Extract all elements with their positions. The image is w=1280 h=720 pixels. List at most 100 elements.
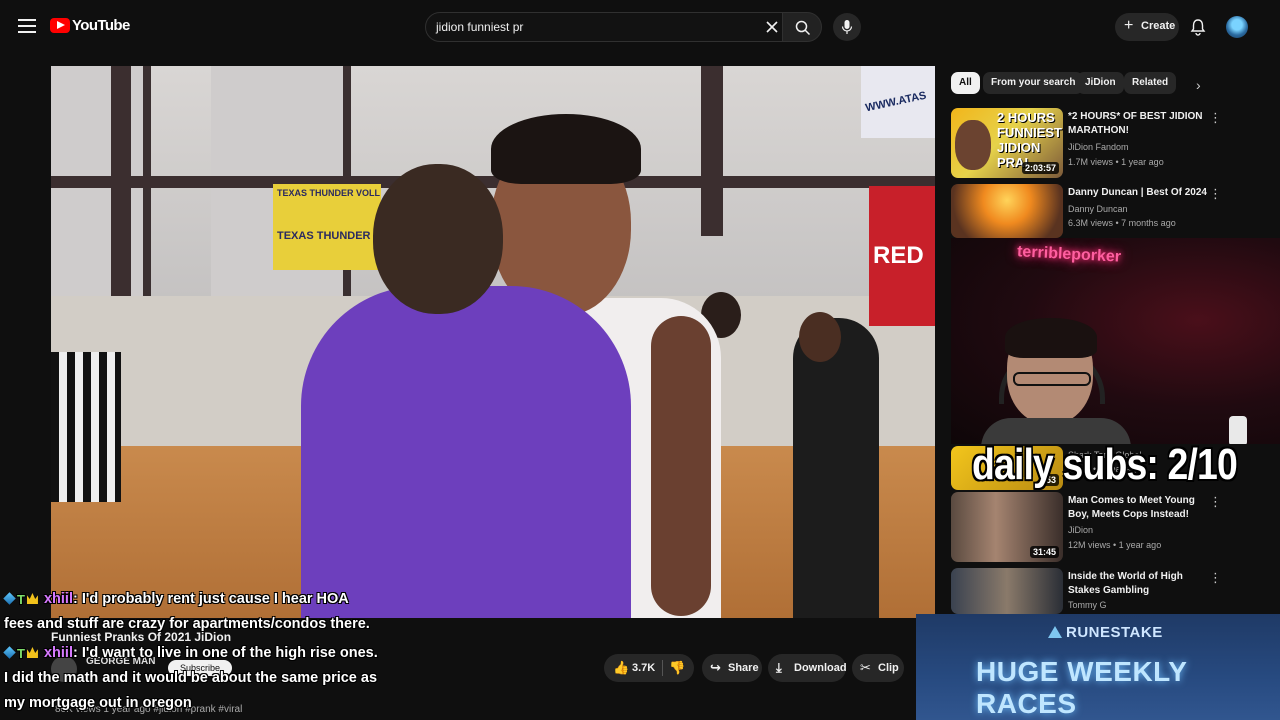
video-meta: 12M views • 1 year ago bbox=[1068, 540, 1162, 550]
create-label: Create bbox=[1141, 20, 1176, 32]
duration-badge: 31:45 bbox=[1029, 546, 1059, 558]
chat-message: T xhiil: I'd probably rent just cause I … bbox=[3, 591, 349, 607]
clip-button[interactable]: ✂ Clip bbox=[852, 654, 904, 682]
t-badge-icon: T bbox=[17, 592, 25, 607]
plus-icon: + bbox=[1124, 17, 1134, 34]
chat-message-continued: my mortgage out in oregon bbox=[4, 695, 192, 711]
thumbs-down-icon[interactable]: 👎 bbox=[669, 654, 685, 682]
coach-head bbox=[373, 164, 503, 314]
download-icon: ⤓ bbox=[776, 660, 782, 675]
thumbnail-face bbox=[955, 120, 991, 170]
chat-message-continued: I did the math and it would be about the… bbox=[4, 670, 378, 686]
banner-red: RED bbox=[869, 186, 935, 326]
channel-name[interactable]: Tommy G bbox=[1068, 600, 1107, 610]
banner-subtext: TEXAS THUNDER bbox=[277, 230, 371, 242]
clear-search-icon[interactable] bbox=[764, 19, 780, 35]
microphone-icon bbox=[841, 20, 853, 34]
runestake-ad-banner[interactable]: RUNESTAKE HUGE WEEKLY RACES bbox=[916, 614, 1280, 720]
search-input-value[interactable]: jidion funniest pr bbox=[436, 20, 523, 34]
search-button[interactable] bbox=[782, 12, 822, 42]
wall-beam bbox=[51, 176, 935, 188]
banner-white: WWW.ATAS bbox=[861, 66, 935, 138]
chat-message-continued: fees and stuff are crazy for apartments/… bbox=[4, 616, 370, 632]
share-icon: ↪ bbox=[710, 660, 721, 675]
top-bar: YouTube jidion funniest pr + Create bbox=[0, 0, 1280, 56]
more-options-icon[interactable]: ⋮ bbox=[1209, 494, 1222, 510]
duration-badge: 2:03:57 bbox=[1021, 162, 1059, 174]
like-count: 3.7K bbox=[632, 662, 656, 674]
banner-texas-thunder: TEXAS THUNDER VOLL TEXAS THUNDER bbox=[273, 184, 381, 270]
thumbnail-text: 2 HOURS FUNNIEST JIDION PRAI bbox=[997, 110, 1062, 170]
video-meta: 1.7M views • 1 year ago bbox=[1068, 157, 1164, 167]
video-thumbnail[interactable] bbox=[951, 568, 1063, 614]
channel-name[interactable]: JiDion Fandom bbox=[1068, 142, 1129, 152]
chevron-right-icon[interactable]: › bbox=[1196, 77, 1201, 93]
youtube-logo-text[interactable]: YouTube bbox=[72, 17, 130, 34]
ad-headline: HUGE WEEKLY RACES bbox=[976, 656, 1187, 719]
more-options-icon[interactable]: ⋮ bbox=[1209, 186, 1222, 202]
chat-message: T xhiil: I'd want to live in one of the … bbox=[3, 645, 378, 661]
background-person-head bbox=[799, 312, 841, 362]
wall-beam bbox=[111, 66, 131, 316]
recommended-video[interactable]: Inside the World of High Stakes Gambling… bbox=[951, 568, 1231, 614]
daily-subs-goal: daily subs: 2/10 bbox=[972, 440, 1238, 489]
more-options-icon[interactable]: ⋮ bbox=[1209, 110, 1222, 126]
menu-icon[interactable] bbox=[18, 19, 36, 33]
chat-text: : I'd probably rent just cause I hear HO… bbox=[73, 591, 349, 607]
download-button[interactable]: ⤓ Download bbox=[768, 654, 847, 682]
video-title[interactable]: Inside the World of High Stakes Gambling bbox=[1068, 570, 1210, 598]
streamer-hair bbox=[1005, 318, 1097, 358]
download-label: Download bbox=[794, 662, 847, 674]
account-avatar[interactable] bbox=[1226, 16, 1248, 38]
more-options-icon[interactable]: ⋮ bbox=[1209, 570, 1222, 586]
video-title: Funniest Pranks Of 2021 JiDion bbox=[51, 630, 232, 644]
divider bbox=[662, 660, 663, 676]
video-player[interactable]: TEXAS THUNDER VOLL TEXAS THUNDER RED WWW… bbox=[51, 66, 935, 618]
channel-name[interactable]: Danny Duncan bbox=[1068, 204, 1128, 214]
cube-badge-icon bbox=[3, 592, 16, 605]
referee bbox=[51, 352, 121, 502]
share-button[interactable]: ↪ Share bbox=[702, 654, 762, 682]
recommended-video[interactable]: 2 HOURS FUNNIEST JIDION PRAI 2:03:57 *2 … bbox=[951, 108, 1231, 180]
chat-text: : I'd want to live in one of the high ri… bbox=[73, 645, 378, 661]
video-title[interactable]: Danny Duncan | Best Of 2024 bbox=[1068, 186, 1210, 200]
background-person bbox=[793, 318, 879, 618]
notifications-bell-icon[interactable] bbox=[1189, 18, 1207, 36]
crown-badge-icon bbox=[26, 593, 38, 604]
chat-username: xhiil bbox=[43, 591, 73, 607]
banner-text: TEXAS THUNDER VOLL bbox=[277, 188, 381, 198]
share-label: Share bbox=[728, 662, 759, 674]
chip-related[interactable]: Related bbox=[1124, 72, 1177, 94]
streamer-glasses bbox=[1013, 372, 1091, 386]
youtube-logo-icon[interactable] bbox=[50, 18, 70, 33]
recommended-video[interactable]: 31:45 Man Comes to Meet Young Boy, Meets… bbox=[951, 492, 1231, 564]
scissors-icon: ✂ bbox=[860, 660, 871, 675]
video-thumbnail[interactable]: 31:45 bbox=[951, 492, 1063, 562]
banner-red-text: RED bbox=[873, 242, 924, 269]
search-icon bbox=[795, 20, 811, 36]
crown-badge-icon bbox=[26, 647, 38, 658]
chip-jidion[interactable]: JiDion bbox=[1077, 72, 1124, 94]
video-thumbnail[interactable] bbox=[951, 184, 1063, 238]
create-button[interactable]: + Create bbox=[1115, 13, 1179, 41]
like-dislike-group[interactable]: 👍 3.7K 👎 bbox=[604, 654, 694, 682]
video-thumbnail[interactable]: 2 HOURS FUNNIEST JIDION PRAI 2:03:57 bbox=[951, 108, 1063, 178]
t-badge-icon: T bbox=[17, 646, 25, 661]
video-title[interactable]: Man Comes to Meet Young Boy, Meets Cops … bbox=[1068, 494, 1210, 522]
wall-beam bbox=[701, 66, 723, 236]
cube-badge-icon bbox=[3, 646, 16, 659]
player-hair bbox=[491, 114, 641, 184]
clip-label: Clip bbox=[878, 662, 899, 674]
streamer-webcam: terribleporker bbox=[951, 238, 1280, 444]
video-title[interactable]: *2 HOURS* OF BEST JIDION MARATHON! bbox=[1068, 110, 1210, 138]
voice-search-button[interactable] bbox=[833, 13, 861, 41]
search-input[interactable]: jidion funniest pr bbox=[425, 12, 783, 42]
thumbs-up-icon[interactable]: 👍 bbox=[613, 654, 629, 682]
chip-from-your-search[interactable]: From your search bbox=[983, 72, 1084, 94]
banner-white-text: WWW.ATAS bbox=[864, 89, 928, 115]
player-arm bbox=[651, 316, 711, 616]
chat-username: xhiil bbox=[43, 645, 73, 661]
channel-name[interactable]: JiDion bbox=[1068, 525, 1093, 535]
neon-sign: terribleporker bbox=[1016, 243, 1122, 266]
chip-all[interactable]: All bbox=[951, 72, 980, 94]
